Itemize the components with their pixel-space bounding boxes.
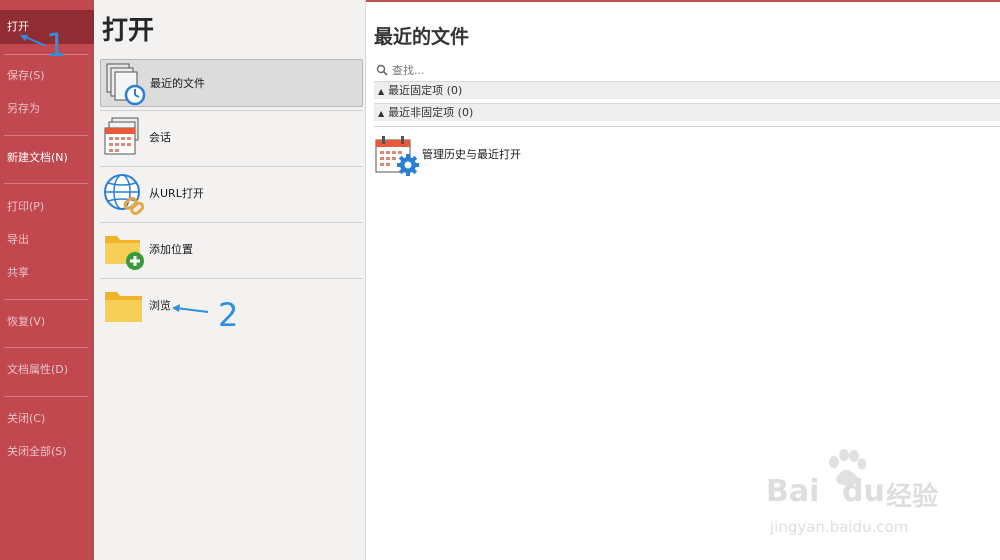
group-label: 最近固定项 (0) [388, 84, 463, 97]
annotation-step-1: 1 [46, 26, 67, 64]
sidebar-item-close-all[interactable]: 关闭全部(S) [0, 437, 94, 467]
list-separator [100, 166, 363, 167]
open-location-session[interactable]: 会话 [100, 114, 363, 162]
page-title: 打开 [102, 16, 155, 46]
sidebar-item-label: 关闭(C) [7, 412, 46, 425]
sidebar-item-share[interactable]: 共享 [0, 258, 94, 288]
open-location-add-place[interactable]: 添加位置 [100, 226, 363, 274]
open-locations-panel: 打开 最近的文件 会话 从URL打开 添加位置 浏览 [94, 0, 366, 560]
open-location-label: 从URL打开 [149, 187, 204, 200]
annotation-step-2: 2 [218, 296, 239, 334]
sidebar-item-export[interactable]: 导出 [0, 225, 94, 255]
annotation-arrow-icon [172, 304, 209, 313]
list-separator [100, 222, 363, 223]
annotation-arrow-icon [20, 35, 47, 47]
section-separator [374, 126, 1000, 127]
list-separator [100, 110, 363, 111]
baidu-jingyan-watermark: Bai du 经验 jingyan.baidu.com [766, 448, 998, 548]
sidebar-item-label: 保存(S) [7, 69, 45, 82]
sidebar-separator [4, 299, 88, 300]
list-separator [100, 278, 363, 279]
open-location-recent-files[interactable]: 最近的文件 [100, 59, 363, 107]
watermark-brand-suffix: du [842, 474, 885, 509]
sidebar-separator [4, 347, 88, 348]
sidebar-item-recover[interactable]: 恢复(V) [0, 307, 94, 337]
sidebar-item-label: 新建文档(N) [7, 151, 68, 164]
collapse-triangle-icon: ▲ [378, 109, 385, 118]
watermark-jingyan: 经验 [886, 482, 939, 512]
open-location-label: 添加位置 [149, 243, 193, 256]
sidebar-item-label: 关闭全部(S) [7, 445, 67, 458]
sidebar-item-label: 另存为 [7, 102, 40, 115]
sidebar-item-document-properties[interactable]: 文档属性(D) [0, 355, 94, 385]
group-label: 最近非固定项 (0) [388, 106, 474, 119]
file-menu-sidebar: 打开 保存(S) 另存为 新建文档(N) 打印(P) 导出 共享 恢复(V) 文… [0, 0, 94, 560]
sidebar-item-close[interactable]: 关闭(C) [0, 404, 94, 434]
open-location-from-url[interactable]: 从URL打开 [100, 170, 363, 218]
open-location-label: 会话 [149, 131, 171, 144]
search-icon [376, 64, 388, 76]
sidebar-item-print[interactable]: 打印(P) [0, 192, 94, 222]
folder-add-icon [105, 236, 144, 270]
sidebar-separator [4, 183, 88, 184]
recent-files-panel: 最近的文件 ▲最近固定项 (0) ▲最近非固定项 (0) [366, 2, 1000, 560]
calendar-gear-icon [375, 136, 419, 176]
unpinned-recent-group[interactable]: ▲ 最近非固定项 (0) [374, 103, 1000, 121]
sidebar-item-label: 文档属性(D) [7, 363, 69, 376]
sidebar-item-save[interactable]: 保存(S) [0, 61, 94, 91]
sidebar-separator [4, 396, 88, 397]
manage-history-label: 管理历史与最近打开 [422, 148, 521, 161]
search-input[interactable] [392, 60, 992, 80]
sidebar-item-label: 打印(P) [7, 200, 45, 213]
watermark-brand: Bai [766, 474, 820, 509]
sidebar-item-label: 共享 [7, 266, 29, 279]
sidebar-item-label: 导出 [7, 233, 29, 246]
recent-files-title: 最近的文件 [374, 26, 470, 48]
open-location-label: 最近的文件 [150, 77, 205, 90]
recent-files-search [374, 60, 998, 80]
recent-files-clock-icon [106, 63, 146, 106]
session-calendar-icon [104, 117, 139, 155]
globe-link-icon [104, 174, 145, 215]
sidebar-item-new-document[interactable]: 新建文档(N) [0, 143, 94, 173]
folder-icon [105, 292, 142, 322]
manage-history-button[interactable]: 管理历史与最近打开 [374, 134, 674, 178]
sidebar-separator [4, 135, 88, 136]
sidebar-item-label: 恢复(V) [7, 315, 46, 328]
watermark-url: jingyan.baidu.com [770, 518, 909, 536]
pinned-recent-group[interactable]: ▲ 最近固定项 (0) [374, 81, 1000, 99]
collapse-triangle-icon: ▲ [378, 87, 385, 96]
open-location-label: 浏览 [149, 299, 171, 312]
sidebar-item-save-as[interactable]: 另存为 [0, 94, 94, 124]
